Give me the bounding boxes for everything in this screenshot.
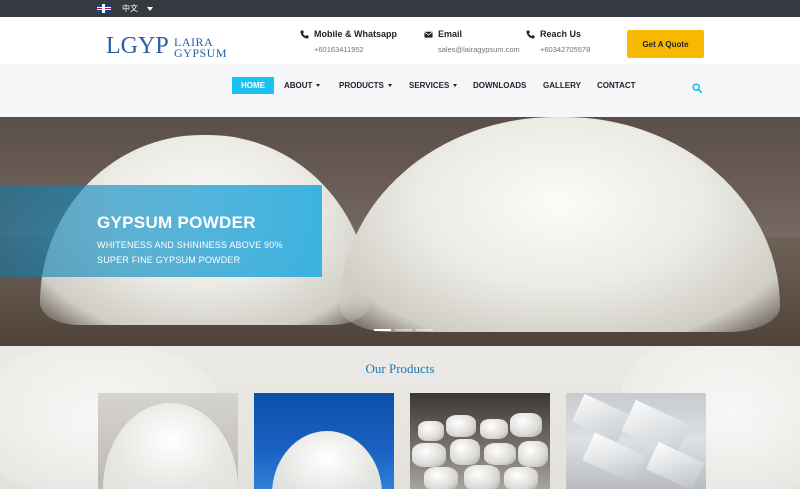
top-bar: 中文 (0, 0, 800, 17)
rock-chunk (510, 413, 542, 437)
products-section: Our Products (0, 346, 800, 489)
contact-email: Email sales@lairagypsum.com (424, 28, 520, 54)
rock-chunk (484, 443, 516, 465)
rock-chunk (424, 467, 458, 489)
chevron-down-icon (387, 84, 392, 87)
get-a-quote-button[interactable]: Get A Quote (627, 30, 704, 58)
language-selector[interactable]: 中文 (122, 3, 138, 14)
nav-contact-label: CONTACT (597, 81, 636, 90)
hero-caption: GYPSUM POWDER WHITENESS AND SHININESS AB… (0, 185, 322, 277)
product-image-powder (103, 403, 238, 489)
contact-email-value[interactable]: sales@lairagypsum.com (424, 45, 520, 54)
nav-about-label: ABOUT (284, 81, 313, 90)
laira-gypsum-logo[interactable]: LGYP LAIRA GYPSUM (106, 33, 231, 61)
contact-email-title: Email (438, 29, 463, 39)
rock-chunk (412, 443, 446, 467)
products-title: Our Products (365, 361, 435, 376)
nav-products[interactable]: PRODUCTS (339, 77, 392, 94)
nav-about[interactable]: ABOUT (284, 77, 321, 94)
rock-chunk (450, 439, 480, 465)
rock-chunk (480, 419, 508, 439)
slider-indicators (374, 329, 433, 331)
product-card-fine-powder[interactable] (254, 393, 394, 489)
chevron-down-icon (316, 84, 321, 87)
nav-home-label: HOME (241, 81, 265, 90)
rock-chunk (518, 441, 548, 467)
chevron-down-icon[interactable] (147, 7, 153, 11)
logo-mark: LGYP (106, 33, 169, 59)
rock-chunk (504, 467, 538, 489)
logo-text-line2: GYPSUM (174, 46, 228, 60)
search-icon[interactable] (692, 83, 702, 93)
envelope-icon (424, 31, 433, 38)
hero-heading: GYPSUM POWDER (97, 213, 256, 232)
contact-reach-us-value[interactable]: +60342705578 (526, 45, 590, 54)
nav-gallery[interactable]: GALLERY (543, 77, 581, 94)
nav-services[interactable]: SERVICES (409, 77, 458, 94)
contact-reach-us-title: Reach Us (540, 29, 582, 39)
contact-mobile-value[interactable]: +60163411952 (300, 45, 397, 54)
nav-contact[interactable]: CONTACT (597, 77, 636, 94)
nav-downloads[interactable]: DOWNLOADS (473, 77, 526, 94)
nav-gallery-label: GALLERY (543, 81, 581, 90)
gypsum-pile-right-image (340, 117, 780, 332)
slide-indicator-2[interactable] (395, 329, 412, 331)
rock-chunk (464, 465, 500, 489)
nav-services-label: SERVICES (409, 81, 450, 90)
slide-indicator-1[interactable] (374, 329, 391, 331)
hero-slider[interactable]: GYPSUM POWDER WHITENESS AND SHININESS AB… (0, 117, 800, 346)
hero-line-2: SUPER FINE GYPSUM POWDER (97, 255, 241, 265)
chevron-down-icon (453, 84, 458, 87)
main-nav (0, 64, 800, 117)
contact-mobile: Mobile & Whatsapp +60163411952 (300, 28, 397, 54)
nav-products-label: PRODUCTS (339, 81, 384, 90)
phone-icon (526, 29, 535, 39)
contact-reach-us: Reach Us +60342705578 (526, 28, 590, 54)
product-image-fine-powder (272, 431, 382, 489)
phone-icon (300, 29, 309, 39)
nav-downloads-label: DOWNLOADS (473, 81, 527, 90)
crystal-shard (646, 441, 704, 489)
hero-line-1: WHITENESS AND SHININESS ABOVE 90% (97, 240, 283, 250)
nav-home[interactable]: HOME (232, 77, 274, 94)
slide-indicator-3[interactable] (416, 329, 433, 331)
product-card-gypsum-rock[interactable] (410, 393, 550, 489)
rock-chunk (418, 421, 444, 441)
contact-mobile-title: Mobile & Whatsapp (314, 29, 397, 39)
uk-flag-icon[interactable] (97, 4, 111, 13)
product-card-gypsum-powder[interactable] (98, 393, 238, 489)
rock-chunk (446, 415, 476, 437)
product-card-selenite[interactable] (566, 393, 706, 489)
